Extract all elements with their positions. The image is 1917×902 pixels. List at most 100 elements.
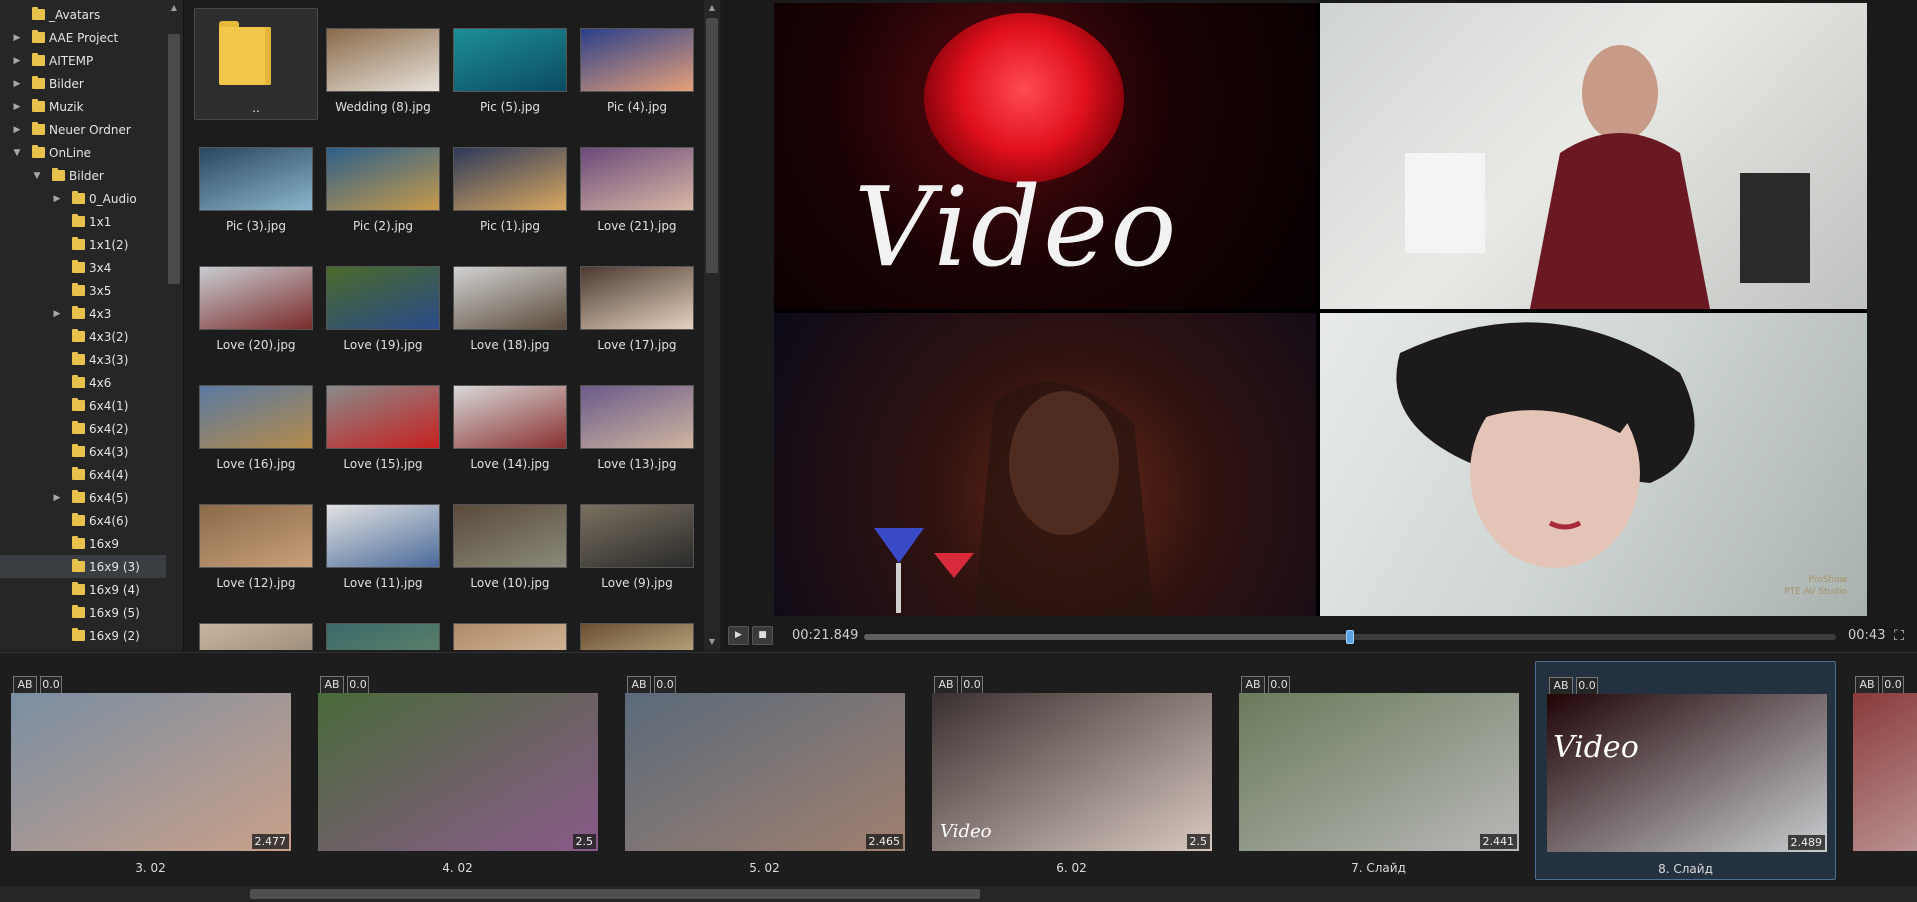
slide-title-text: Video [1553,730,1639,765]
timeline-slide[interactable]: AB 0.0 2.465 5. 02 [614,661,915,880]
parent-folder-item[interactable]: .. [194,8,318,120]
collapse-arrow-icon[interactable]: ▶ [12,33,22,43]
timeline-slide[interactable]: AB 0.0 Video 2.5 6. 02 [921,661,1222,880]
tree-item[interactable]: ▶ Muzik [0,95,166,118]
transition-duration-badge[interactable]: 0.0 [1576,677,1598,695]
tree-item[interactable]: 1x1(2) [0,233,166,256]
folder-tree-scrollbar[interactable]: ▲ [166,0,182,650]
transition-duration-badge[interactable]: 0.0 [1268,676,1290,694]
file-item[interactable]: Love (17).jpg [575,246,699,358]
file-item[interactable]: Love (20).jpg [194,246,318,358]
tree-item[interactable]: ▼ OnLine [0,141,166,164]
transition-ab-badge[interactable]: AB [1549,677,1573,695]
fullscreen-icon[interactable]: ⛶ [1891,628,1907,644]
tree-item[interactable]: ▶ 0_Audio [0,187,166,210]
tree-item[interactable]: 4x3(2) [0,325,166,348]
file-item[interactable]: Pic (2).jpg [321,127,445,239]
file-item[interactable]: Love (13).jpg [575,365,699,477]
collapse-arrow-icon[interactable]: ▶ [12,56,22,66]
tree-item[interactable]: ▼ Bilder [0,164,166,187]
file-item[interactable]: Love (21).jpg [575,127,699,239]
tree-item[interactable]: ▶ Bilder [0,72,166,95]
file-item[interactable]: Love (12).jpg [194,484,318,596]
tree-item-label: 16x9 [89,536,120,551]
transition-ab-badge[interactable]: AB [934,676,958,694]
transition-duration-badge[interactable]: 0.0 [347,676,369,694]
tree-item[interactable]: 16x9 [0,532,166,555]
tree-item[interactable]: 4x3(3) [0,348,166,371]
file-item[interactable]: Love (10).jpg [448,484,572,596]
file-item[interactable]: Love (19).jpg [321,246,445,358]
file-item[interactable] [321,603,445,650]
tree-item[interactable]: 4x6 [0,371,166,394]
expand-arrow-icon[interactable]: ▼ [12,148,22,158]
transition-ab-badge[interactable]: AB [627,676,651,694]
file-browser-scroll-thumb[interactable] [706,18,718,273]
timeline-scrollbar[interactable] [0,886,1917,902]
tree-item[interactable]: 16x9 (2) [0,624,166,647]
tree-item[interactable]: 3x4 [0,256,166,279]
collapse-arrow-icon[interactable]: ▶ [52,194,62,204]
collapse-arrow-icon[interactable]: ▶ [12,102,22,112]
file-item[interactable]: Pic (4).jpg [575,8,699,120]
file-item[interactable]: Love (15).jpg [321,365,445,477]
tree-item[interactable]: 16x9 (4) [0,578,166,601]
tree-item[interactable]: 6x4(6) [0,509,166,532]
tree-item[interactable]: ▶ AAE Project [0,26,166,49]
file-item[interactable]: Wedding (8).jpg [321,8,445,120]
file-item[interactable]: Pic (1).jpg [448,127,572,239]
transition-ab-badge[interactable]: AB [1855,676,1879,694]
transition-ab-badge[interactable]: AB [1241,676,1265,694]
timeline-slide[interactable]: AB 0.0 2.441 7. Слайд [1228,661,1529,880]
file-item[interactable]: Love (16).jpg [194,365,318,477]
tree-item[interactable]: 16x9 (5) [0,601,166,624]
file-item[interactable]: Pic (5).jpg [448,8,572,120]
transition-ab-badge[interactable]: AB [320,676,344,694]
file-item[interactable] [575,603,699,650]
timeline-slide[interactable]: AB 0.0 2.477 3. 02 [0,661,301,880]
file-item[interactable]: Pic (3).jpg [194,127,318,239]
timeline-scroll-thumb[interactable] [250,889,980,899]
folder-tree-scroll-thumb[interactable] [168,34,180,284]
timeline-slide[interactable]: AB 0.0 2.5 4. 02 [307,661,608,880]
transition-duration-badge[interactable]: 0.0 [654,676,676,694]
collapse-arrow-icon[interactable]: ▶ [52,309,62,319]
transition-duration-badge[interactable]: 0.0 [40,676,62,694]
file-browser-scrollbar[interactable]: ▲ ▼ [704,0,720,650]
collapse-arrow-icon[interactable]: ▶ [12,125,22,135]
tree-item[interactable]: ▶ Neuer Ordner [0,118,166,141]
collapse-arrow-icon[interactable]: ▶ [12,79,22,89]
seek-bar-handle[interactable] [1346,630,1354,644]
tree-item[interactable]: ▶ 6x4(5) [0,486,166,509]
file-item[interactable]: Love (11).jpg [321,484,445,596]
transition-ab-badge[interactable]: AB [13,676,37,694]
scroll-up-arrow-icon[interactable]: ▲ [704,2,720,14]
scroll-down-arrow-icon[interactable]: ▼ [704,636,720,648]
tree-item[interactable]: ▶ 4x3 [0,302,166,325]
tree-item[interactable]: 3x5 [0,279,166,302]
tree-item[interactable]: 1x1 [0,210,166,233]
scroll-up-arrow-icon[interactable]: ▲ [166,2,182,14]
tree-item[interactable]: _Avatars [0,3,166,26]
preview-stage[interactable]: Video ProShow PTE AV Studio [774,3,1867,616]
tree-item[interactable]: 6x4(2) [0,417,166,440]
file-item[interactable]: Love (14).jpg [448,365,572,477]
expand-arrow-icon[interactable]: ▼ [32,171,42,181]
timeline-slide[interactable]: AB 0.0 [1842,661,1917,880]
seek-bar[interactable] [864,630,1836,644]
transition-duration-badge[interactable]: 0.0 [961,676,983,694]
file-item[interactable]: Love (18).jpg [448,246,572,358]
transition-duration-badge[interactable]: 0.0 [1882,676,1904,694]
file-item[interactable] [448,603,572,650]
timeline-slide[interactable]: AB 0.0 Video 2.489 8. Слайд [1535,661,1836,880]
collapse-arrow-icon[interactable]: ▶ [52,493,62,503]
tree-item[interactable]: ▶ AITEMP [0,49,166,72]
tree-item[interactable]: 6x4(4) [0,463,166,486]
stop-button[interactable]: ■ [752,626,773,645]
tree-item[interactable]: 6x4(3) [0,440,166,463]
tree-item[interactable]: 16x9 (3) [0,555,166,578]
file-item[interactable]: Love (9).jpg [575,484,699,596]
play-button[interactable]: ▶ [728,626,749,645]
tree-item[interactable]: 6x4(1) [0,394,166,417]
file-item[interactable] [194,603,318,650]
